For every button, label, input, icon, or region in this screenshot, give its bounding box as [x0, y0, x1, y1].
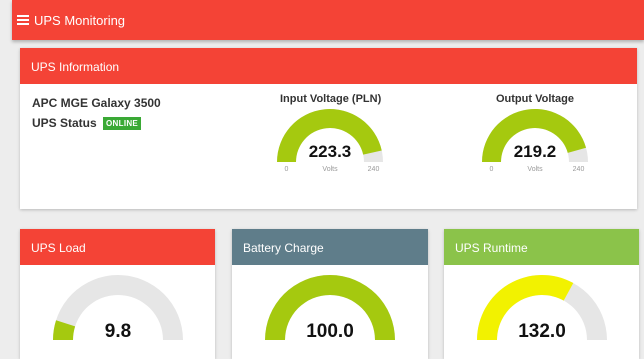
ups-status: UPS Status ONLINE: [32, 116, 142, 130]
input-voltage-title: Input Voltage (PLN): [280, 93, 382, 105]
gauge-unit-label: Volts: [322, 166, 338, 173]
input-voltage-gauge: 223.3 0 240 Volts: [277, 109, 383, 173]
ups-runtime-header: UPS Runtime: [444, 229, 639, 265]
gauge-value: 223.3: [309, 142, 352, 161]
battery-charge-header: Battery Charge: [232, 229, 428, 265]
battery-charge-card: Battery Charge 100.0: [232, 229, 428, 359]
gauge-max-label: 240: [573, 166, 585, 173]
ups-load-title: UPS Load: [31, 241, 86, 255]
gauge-value: 132.0: [518, 321, 566, 342]
ups-load-header: UPS Load: [20, 229, 215, 265]
gauge-min-label: 0: [285, 166, 289, 173]
gauge-value: 9.8: [105, 321, 131, 342]
app-bar: UPS Monitoring: [12, 0, 644, 40]
ups-information-header: UPS Information: [20, 48, 637, 84]
output-voltage-gauge: 219.2 0 240 Volts: [482, 109, 588, 173]
menu-icon[interactable]: [17, 15, 29, 25]
gauge-unit-label: Volts: [527, 166, 543, 173]
battery-charge-gauge: 100.0: [265, 275, 395, 342]
gauge-value: 219.2: [514, 142, 557, 161]
gauge-min-label: 0: [490, 166, 494, 173]
gauge-max-label: 240: [368, 166, 380, 173]
battery-charge-title: Battery Charge: [243, 241, 324, 255]
ups-runtime-gauge: 132.0: [477, 275, 607, 342]
app-title: UPS Monitoring: [34, 13, 126, 28]
ups-information-title: UPS Information: [31, 60, 120, 74]
status-badge: ONLINE: [103, 117, 142, 130]
ups-information-card: UPS Information APC MGE Galaxy 3500 UPS …: [20, 48, 637, 209]
device-name: APC MGE Galaxy 3500: [32, 96, 161, 110]
ups-status-label: UPS Status: [32, 116, 97, 130]
ups-load-card: UPS Load 9.8: [20, 229, 215, 359]
ups-runtime-title: UPS Runtime: [455, 241, 528, 255]
ups-runtime-card: UPS Runtime 132.0: [444, 229, 639, 359]
output-voltage-title: Output Voltage: [495, 93, 574, 105]
gauge-value: 100.0: [306, 321, 354, 342]
ups-load-gauge: 9.8: [53, 275, 183, 342]
